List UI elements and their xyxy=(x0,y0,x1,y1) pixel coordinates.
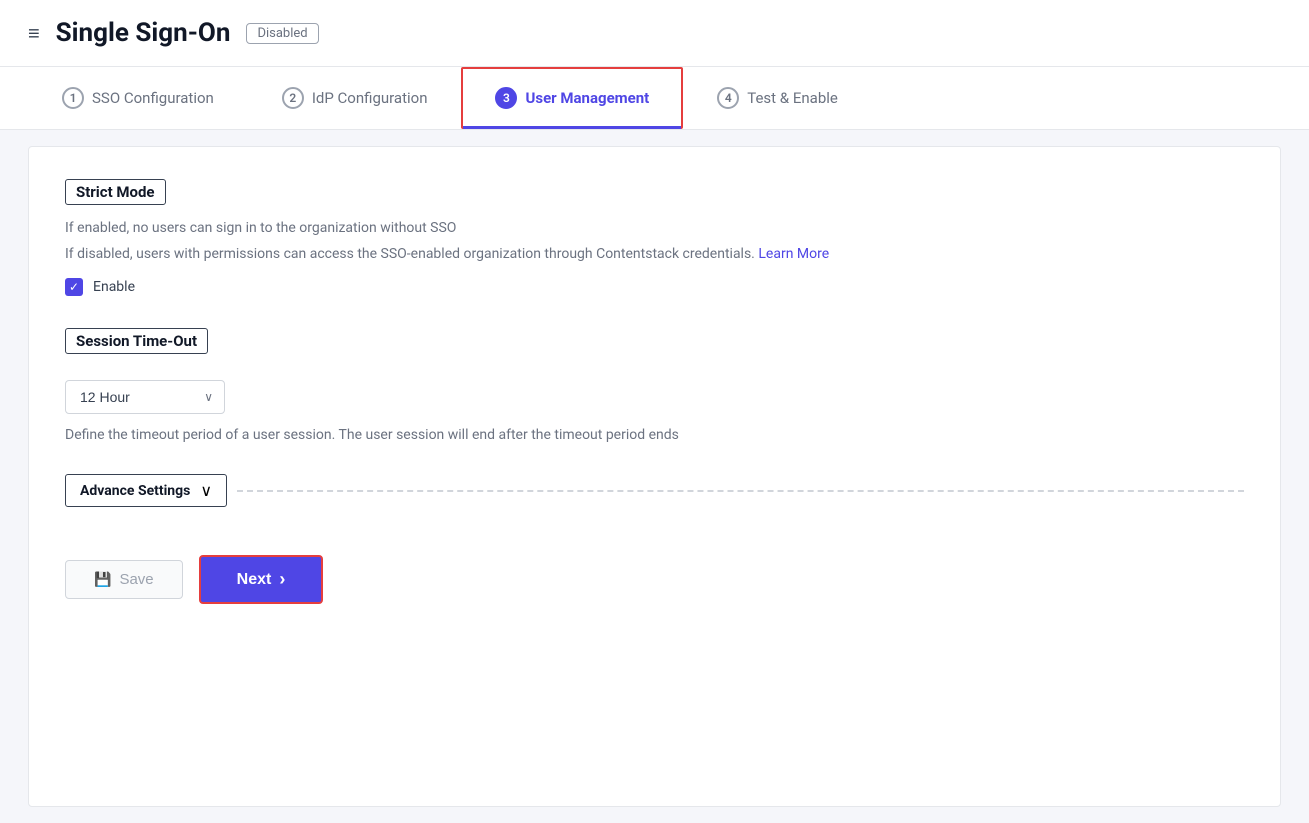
save-button[interactable]: 💾 Save xyxy=(65,560,183,599)
advance-settings-divider-line xyxy=(237,490,1244,492)
session-timeout-select[interactable]: 1 Hour 2 Hour 4 Hour 8 Hour 12 Hour 24 H… xyxy=(65,380,225,414)
tab-number-2: 2 xyxy=(282,87,304,109)
main-content: Strict Mode If enabled, no users can sig… xyxy=(28,146,1281,807)
page-title: Single Sign-On xyxy=(56,18,231,48)
check-mark-icon: ✓ xyxy=(69,281,79,293)
next-button-label: Next xyxy=(237,571,272,589)
page-container: ≡ Single Sign-On Disabled 1 SSO Configur… xyxy=(0,0,1309,823)
enable-checkbox[interactable]: ✓ xyxy=(65,278,83,296)
tab-sso-configuration[interactable]: 1 SSO Configuration xyxy=(28,67,248,129)
tabs-bar: 1 SSO Configuration 2 IdP Configuration … xyxy=(0,67,1309,130)
strict-mode-desc2: If disabled, users with permissions can … xyxy=(65,243,1244,265)
advance-settings-label: Advance Settings xyxy=(80,483,190,499)
session-timeout-desc: Define the timeout period of a user sess… xyxy=(65,424,1244,446)
tab-label-test-enable: Test & Enable xyxy=(747,89,838,107)
session-timeout-dropdown-wrapper: 1 Hour 2 Hour 4 Hour 8 Hour 12 Hour 24 H… xyxy=(65,380,225,414)
tab-number-3: 3 xyxy=(495,87,517,109)
tab-number-1: 1 xyxy=(62,87,84,109)
advance-settings-chevron-icon: ∨ xyxy=(200,481,212,500)
tab-label-sso: SSO Configuration xyxy=(92,89,214,107)
tab-idp-configuration[interactable]: 2 IdP Configuration xyxy=(248,67,462,129)
next-button[interactable]: Next › xyxy=(199,555,324,604)
save-button-label: Save xyxy=(119,571,153,588)
enable-checkbox-row: ✓ Enable xyxy=(65,278,1244,296)
tab-test-enable[interactable]: 4 Test & Enable xyxy=(683,67,872,129)
tab-number-4: 4 xyxy=(717,87,739,109)
strict-mode-title: Strict Mode xyxy=(65,179,166,205)
tab-label-user-mgmt: User Management xyxy=(525,89,649,107)
session-timeout-dropdown-row: 1 Hour 2 Hour 4 Hour 8 Hour 12 Hour 24 H… xyxy=(65,380,1244,414)
tab-label-idp: IdP Configuration xyxy=(312,89,428,107)
hamburger-icon[interactable]: ≡ xyxy=(28,21,40,46)
footer-actions: 💾 Save Next › xyxy=(65,539,1244,612)
status-badge: Disabled xyxy=(246,23,318,44)
session-timeout-section: Session Time-Out 1 Hour 2 Hour 4 Hour 8 … xyxy=(65,328,1244,446)
advance-settings-toggle[interactable]: Advance Settings ∨ xyxy=(65,474,227,507)
next-icon: › xyxy=(279,569,285,590)
strict-mode-desc1: If enabled, no users can sign in to the … xyxy=(65,217,1244,239)
learn-more-link[interactable]: Learn More xyxy=(758,246,829,262)
save-icon: 💾 xyxy=(94,571,111,588)
session-timeout-title: Session Time-Out xyxy=(65,328,208,354)
strict-mode-section: Strict Mode If enabled, no users can sig… xyxy=(65,179,1244,296)
tab-user-management[interactable]: 3 User Management xyxy=(461,67,683,129)
advance-settings-container: Advance Settings ∨ xyxy=(65,474,1244,507)
enable-label: Enable xyxy=(93,279,135,295)
header: ≡ Single Sign-On Disabled xyxy=(0,0,1309,67)
